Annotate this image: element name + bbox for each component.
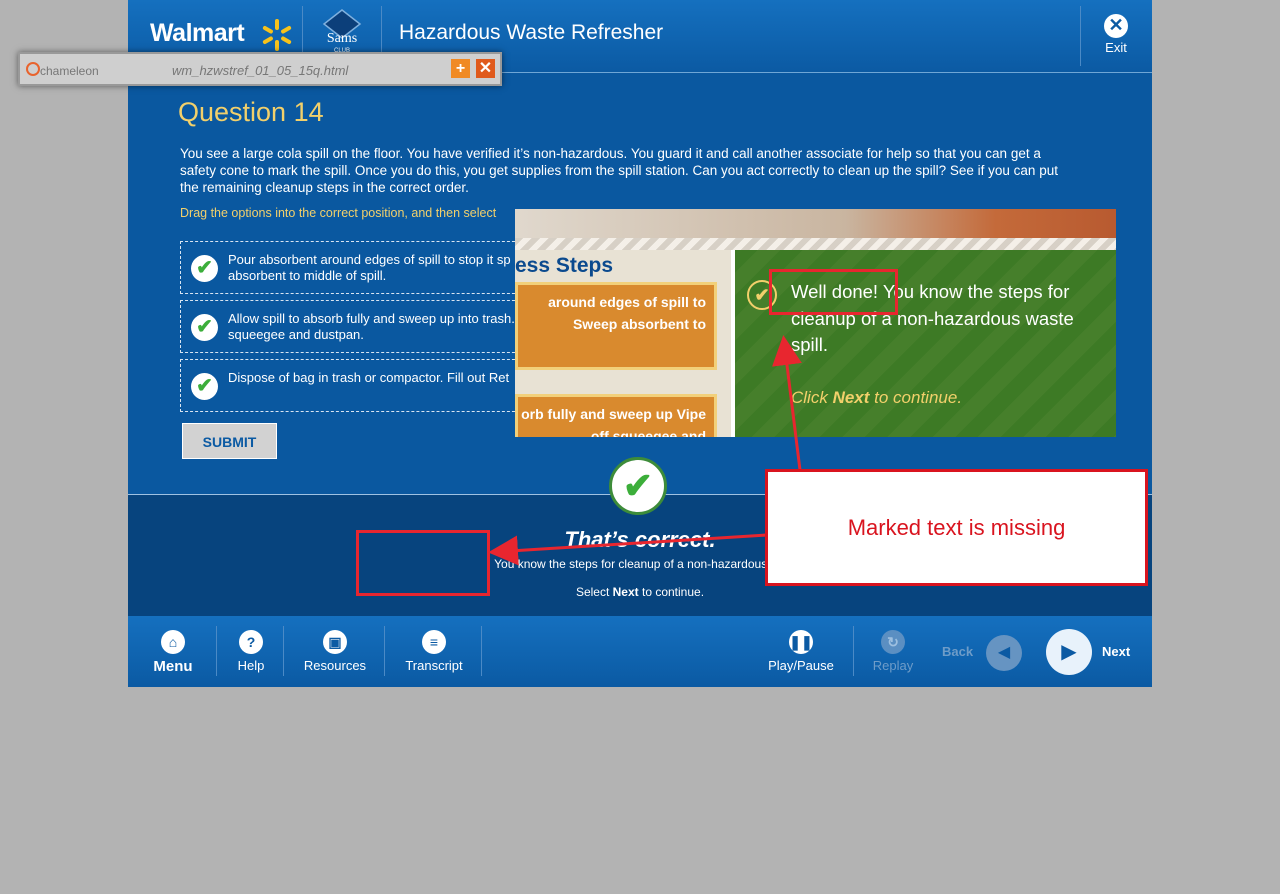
reference-photo-strip xyxy=(515,209,1116,238)
arrow-left-icon: ◀ xyxy=(997,644,1011,661)
hint-suffix: to continue. xyxy=(638,585,705,599)
chameleon-popup: chameleon wm_hzwstref_01_05_15q.html + ✕ xyxy=(18,52,502,86)
menu-button[interactable]: ⌂ Menu xyxy=(148,630,198,675)
hint-prefix: Select xyxy=(575,585,613,599)
nav-divider xyxy=(384,626,385,676)
exit-button[interactable]: ✕ Exit xyxy=(1088,14,1144,55)
svg-text:Sams: Sams xyxy=(327,31,357,46)
hint-next-word: Next xyxy=(612,585,639,599)
option-text: Allow spill to absorb fully and sweep up… xyxy=(228,311,515,342)
question-instruction: Drag the options into the correct positi… xyxy=(180,206,497,220)
question-icon: ? xyxy=(239,630,263,654)
highlight-box-missing xyxy=(356,530,490,596)
sams-club-logo: Sams CLUB xyxy=(322,9,362,54)
resources-button[interactable]: ▣ Resources xyxy=(298,630,372,673)
replay-icon: ↻ xyxy=(881,630,905,654)
home-icon: ⌂ xyxy=(161,630,185,654)
check-circle-icon: ✔ xyxy=(609,457,667,515)
play-pause-label: Play/Pause xyxy=(768,658,834,673)
option-text: Pour absorbent around edges of spill to … xyxy=(228,252,511,283)
nav-divider xyxy=(216,626,217,676)
question-stem: You see a large cola spill on the floor.… xyxy=(180,146,1058,195)
chameleon-brand: chameleon xyxy=(40,64,99,78)
reference-step-card: around edges of spill to Sweep absorbent… xyxy=(515,282,717,370)
question-title: Question 14 xyxy=(178,97,324,127)
check-icon: ✔ xyxy=(191,314,218,341)
exit-label: Exit xyxy=(1105,40,1127,55)
submit-button[interactable]: SUBMIT xyxy=(182,423,277,459)
document-icon: ▣ xyxy=(323,630,347,654)
nav-divider xyxy=(283,626,284,676)
chameleon-logo-icon xyxy=(26,62,40,76)
check-icon: ✔ xyxy=(191,255,218,282)
hint-suffix: to continue. xyxy=(869,388,963,407)
spark-icon xyxy=(262,19,292,51)
close-circle-icon: ✕ xyxy=(1104,14,1128,38)
reference-steps-title: ess Steps xyxy=(515,254,614,277)
highlight-box-reference xyxy=(769,269,898,315)
option-text: Dispose of bag in trash or compactor. Fi… xyxy=(228,370,510,385)
back-button[interactable]: ◀ xyxy=(986,635,1022,671)
transcript-button[interactable]: ≡ Transcript xyxy=(398,630,470,673)
help-button[interactable]: ? Help xyxy=(228,630,274,673)
transcript-label: Transcript xyxy=(405,658,463,673)
close-icon[interactable]: ✕ xyxy=(476,59,495,78)
nav-divider xyxy=(853,626,854,676)
reference-steps-panel: ess Steps around edges of spill to Sweep… xyxy=(515,250,731,437)
resources-label: Resources xyxy=(303,658,367,673)
hint-next-word: Next xyxy=(832,388,870,407)
help-label: Help xyxy=(237,658,265,673)
reference-next-hint: Click Next to continue. xyxy=(791,388,962,408)
drag-option[interactable]: ✔ Pour absorbent around edges of spill t… xyxy=(180,241,525,294)
reference-step-card: orb fully and sweep up Vipe off squeegee… xyxy=(515,394,717,437)
next-label: Next xyxy=(1102,644,1131,659)
hint-prefix: Click xyxy=(791,388,833,407)
play-pause-button[interactable]: ❚❚ Play/Pause xyxy=(764,630,838,673)
next-button[interactable]: ▶ xyxy=(1046,629,1092,675)
reference-screenshot: ess Steps around edges of spill to Sweep… xyxy=(515,209,1116,437)
walmart-logo: Walmart xyxy=(150,19,245,47)
drag-option[interactable]: ✔ Dispose of bag in trash or compactor. … xyxy=(180,359,525,412)
check-icon: ✔ xyxy=(191,373,218,400)
reference-stripe xyxy=(515,238,1116,250)
arrow-right-icon: ▶ xyxy=(1061,641,1077,663)
list-icon: ≡ xyxy=(422,630,446,654)
drag-option[interactable]: ✔ Allow spill to absorb fully and sweep … xyxy=(180,300,525,353)
bottom-nav-bar: ⌂ Menu ? Help ▣ Resources ≡ Transcript ❚… xyxy=(128,616,1152,687)
replay-label: Replay xyxy=(872,658,914,673)
replay-button[interactable]: ↻ Replay xyxy=(868,630,918,673)
popup-filename: wm_hzwstref_01_05_15q.html xyxy=(172,63,349,78)
annotation-callout: Marked text is missing xyxy=(765,469,1148,586)
pause-icon: ❚❚ xyxy=(789,630,813,654)
plus-icon[interactable]: + xyxy=(451,59,470,78)
feedback-next-hint: Select Next to continue. xyxy=(128,585,1152,599)
course-title: Hazardous Waste Refresher xyxy=(399,21,664,44)
header-divider xyxy=(1080,6,1081,66)
menu-label: Menu xyxy=(153,658,193,675)
back-label: Back xyxy=(942,644,974,659)
nav-divider xyxy=(481,626,482,676)
